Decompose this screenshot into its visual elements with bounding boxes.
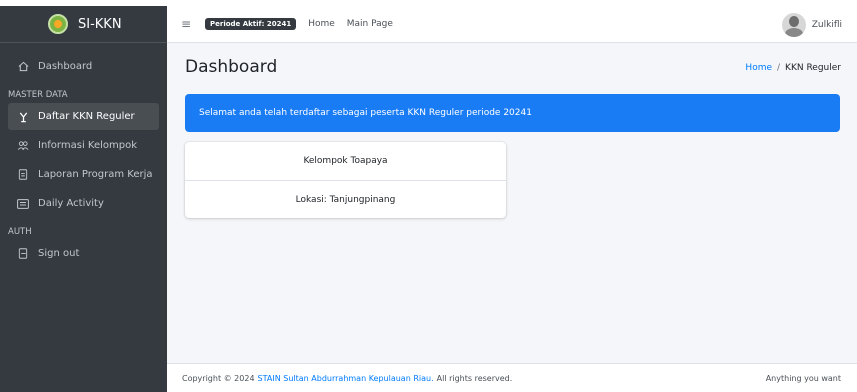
- group-name: Kelompok Toapaya: [303, 156, 388, 166]
- list-icon: [16, 198, 30, 210]
- breadcrumb-current: KKN Reguler: [785, 63, 841, 73]
- footer-institution-link[interactable]: STAIN Sultan Abdurrahman Kepulauan Riau.: [258, 374, 434, 383]
- sidebar-item-label: Daily Activity: [38, 198, 104, 209]
- footer-right-text: Anything you want: [765, 373, 841, 383]
- sidebar-item-label: Laporan Program Kerja: [38, 169, 153, 180]
- user-menu[interactable]: Zulkifli: [781, 13, 842, 37]
- periode-badge: Periode Aktif: 20241: [205, 18, 297, 30]
- main-content: Dashboard Home / KKN Reguler Selamat anda …: [167, 43, 857, 363]
- file-icon: [16, 169, 30, 181]
- avatar: [781, 13, 806, 37]
- registration-alert: Selamat anda telah terdaftar sebagai pes…: [185, 94, 840, 132]
- breadcrumb: Home / KKN Reguler: [745, 63, 841, 73]
- sidebar-item-label: Daftar KKN Reguler: [38, 111, 135, 122]
- nav-header-master-data: MASTER DATA: [8, 90, 68, 100]
- brand-text: SI-KKN: [78, 16, 122, 32]
- menu-toggle-icon[interactable]: ≡: [181, 17, 197, 31]
- logo-icon: [48, 14, 68, 34]
- breadcrumb-separator: /: [777, 63, 781, 73]
- page-title: Dashboard: [185, 57, 278, 77]
- top-navbar: ≡ Periode Aktif: 20241 Home Main Page Zu…: [167, 6, 857, 43]
- sidebar: SI-KKN Dashboard MASTER DATA Daftar KKN …: [0, 6, 167, 392]
- sidebar-item-dashboard[interactable]: Dashboard: [8, 53, 159, 80]
- sidebar-item-informasi-kelompok[interactable]: Informasi Kelompok: [8, 132, 159, 159]
- sidebar-item-label: Informasi Kelompok: [38, 140, 138, 151]
- users-icon: [16, 140, 30, 152]
- sidebar-item-sign-out[interactable]: Sign out: [8, 240, 159, 267]
- sidebar-nav: Dashboard MASTER DATA Daftar KKN Reguler…: [0, 43, 167, 267]
- sidebar-item-daftar-kkn-reguler[interactable]: Daftar KKN Reguler: [8, 103, 159, 130]
- signout-icon: [16, 248, 30, 260]
- brand-link[interactable]: SI-KKN: [0, 6, 167, 43]
- footer-copyright: Copyright © 2024: [182, 373, 255, 383]
- footer-rights: All rights reserved.: [436, 373, 513, 383]
- nav-link-main-page[interactable]: Main Page: [347, 19, 393, 29]
- footer: Copyright © 2024 STAIN Sultan Abdurrahma…: [167, 363, 857, 392]
- nav-link-home[interactable]: Home: [308, 19, 335, 29]
- home-icon: [16, 61, 30, 73]
- sidebar-item-label: Dashboard: [38, 61, 93, 72]
- nav-header-auth: AUTH: [8, 227, 32, 237]
- user-icon: [16, 111, 30, 123]
- sidebar-item-label: Sign out: [38, 248, 80, 259]
- user-name: Zulkifli: [811, 20, 842, 30]
- breadcrumb-home-link[interactable]: Home: [745, 63, 772, 73]
- sidebar-item-daily-activity[interactable]: Daily Activity: [8, 190, 159, 217]
- group-location: Lokasi: Tanjungpinang: [185, 180, 506, 218]
- sidebar-item-laporan-program-kerja[interactable]: Laporan Program Kerja: [8, 161, 159, 188]
- group-info-card: Kelompok Toapaya Lokasi: Tanjungpinang: [185, 142, 506, 218]
- alert-text: Selamat anda telah terdaftar sebagai pes…: [199, 108, 532, 118]
